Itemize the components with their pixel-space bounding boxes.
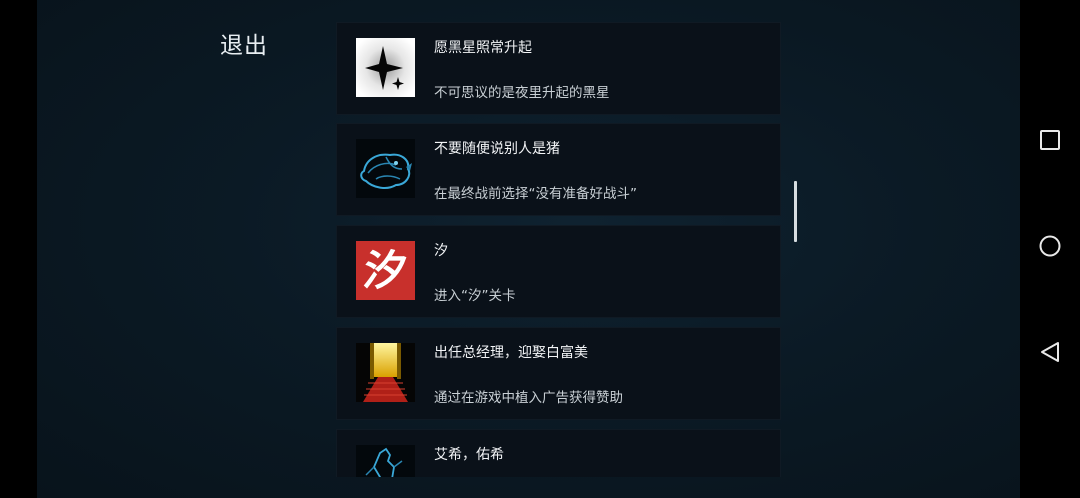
xi-glyph: 汐 (361, 246, 410, 295)
achievement-card[interactable]: 艾希，佑希 (336, 429, 781, 477)
achievement-description: 通过在游戏中植入广告获得赞助 (434, 390, 623, 406)
achievement-title: 出任总经理，迎娶白富美 (434, 345, 588, 361)
back-button[interactable] (1020, 334, 1080, 374)
achievement-title: 不要随便说别人是猪 (434, 141, 560, 157)
achievement-card[interactable]: 出任总经理，迎娶白富美 通过在游戏中植入广告获得赞助 (336, 327, 781, 420)
achievement-title: 汐 (434, 243, 448, 259)
achievement-list[interactable]: 愿黑星照常升起 不可思议的是夜里升起的黑星 不要随便说别人是猪 在最终战前选择“… (336, 22, 781, 477)
achievement-description: 在最终战前选择“没有准备好战斗” (434, 186, 637, 202)
achievement-card[interactable]: 不要随便说别人是猪 在最终战前选择“没有准备好战斗” (336, 123, 781, 216)
circle-icon (1039, 235, 1061, 261)
achievement-description: 不可思议的是夜里升起的黑星 (434, 85, 610, 101)
left-bezel (0, 0, 37, 498)
achievement-card[interactable]: 汐 汐 进入“汐”关卡 (336, 225, 781, 318)
achievement-title: 愿黑星照常升起 (434, 40, 532, 56)
exit-button[interactable]: 退出 (220, 26, 268, 60)
system-navigation-bar (1020, 0, 1080, 498)
blue-figure-icon (356, 445, 415, 477)
home-button[interactable] (1020, 228, 1080, 268)
blue-pig-icon (356, 139, 415, 198)
square-icon (1040, 130, 1060, 154)
achievement-card[interactable]: 愿黑星照常升起 不可思议的是夜里升起的黑星 (336, 22, 781, 115)
scrollbar-thumb[interactable] (794, 181, 797, 242)
black-star-icon (356, 38, 415, 97)
achievement-title: 艾希，佑希 (434, 447, 504, 463)
achievement-description: 进入“汐”关卡 (434, 288, 516, 304)
recent-apps-button[interactable] (1020, 122, 1080, 162)
red-carpet-door-icon (356, 343, 415, 402)
triangle-back-icon (1040, 341, 1060, 367)
xi-character-icon: 汐 (356, 241, 415, 300)
